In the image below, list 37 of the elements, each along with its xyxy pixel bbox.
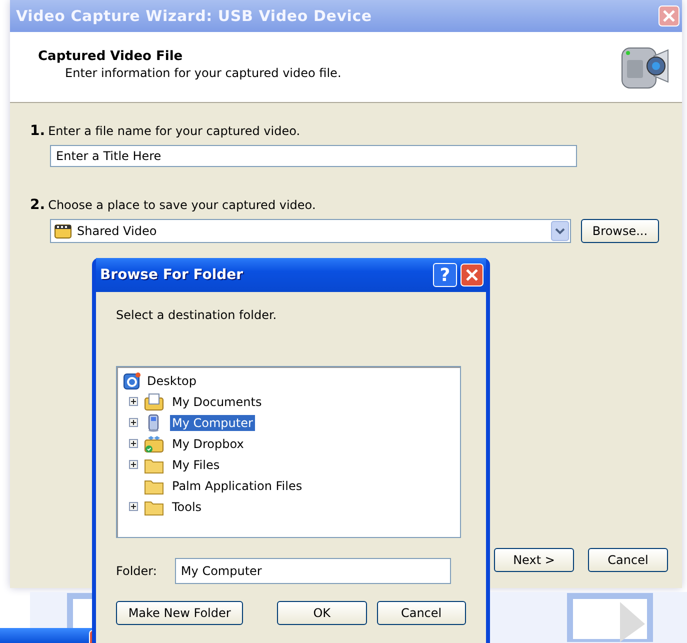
tree-item[interactable]: My Dropbox — [170, 436, 246, 452]
help-button[interactable]: ? — [433, 263, 457, 287]
window-title: Video Capture Wizard: USB Video Device — [16, 7, 372, 25]
file-name-field[interactable]: Enter a Title Here — [50, 145, 577, 167]
shared-folder-icon — [144, 434, 164, 452]
save-location-dropdown[interactable]: Shared Video — [50, 219, 571, 243]
tree-item[interactable]: Desktop — [145, 372, 198, 388]
documents-folder-icon — [144, 392, 164, 410]
expand-icon[interactable] — [129, 460, 138, 469]
folder-label: Folder: — [116, 564, 157, 578]
step-number: 2. — [30, 197, 46, 213]
browse-button[interactable]: Browse... — [581, 219, 659, 243]
step-label: Enter a file name for your captured video. — [48, 124, 300, 138]
tree-item[interactable]: My Files — [170, 456, 222, 472]
page-heading: Captured Video File — [38, 48, 184, 64]
cancel-button[interactable]: Cancel — [376, 601, 466, 625]
expand-icon[interactable] — [129, 439, 138, 448]
expand-icon[interactable] — [129, 418, 138, 427]
tree-item[interactable]: Tools — [170, 498, 204, 514]
tree-item[interactable]: My Documents — [170, 394, 264, 410]
expand-icon[interactable] — [129, 397, 138, 406]
cancel-button[interactable]: Cancel — [588, 548, 668, 572]
tree-item[interactable]: Palm Application Files — [170, 478, 304, 494]
step-number: 1. — [30, 123, 46, 139]
ok-button[interactable]: OK — [277, 601, 367, 625]
step-label: Choose a place to save your captured video. — [48, 198, 316, 212]
dialog-title: Browse For Folder — [100, 267, 244, 283]
folder-field[interactable]: My Computer — [174, 558, 451, 584]
make-new-folder-button[interactable]: Make New Folder — [116, 601, 244, 625]
tree-item[interactable]: My Computer — [170, 414, 255, 430]
desktop-icon — [123, 372, 141, 390]
film-folder-icon — [54, 223, 72, 239]
dialog-prompt: Select a destination folder. — [116, 308, 278, 322]
next-button[interactable]: Next > — [494, 548, 574, 572]
expand-icon[interactable] — [129, 502, 138, 511]
page-description: Enter information for your captured video file. — [65, 66, 342, 80]
close-icon[interactable] — [460, 263, 484, 287]
